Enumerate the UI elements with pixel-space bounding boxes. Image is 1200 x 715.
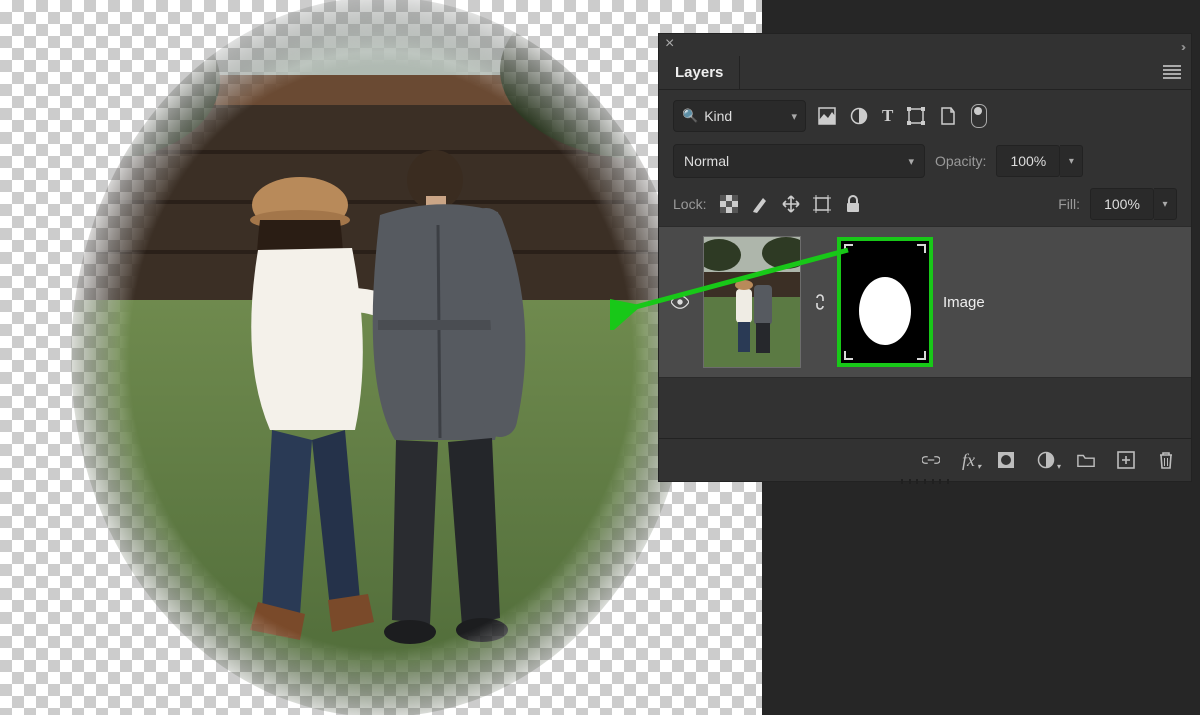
fill-input[interactable]: 100%	[1090, 188, 1154, 220]
filter-shape-icon[interactable]	[907, 107, 925, 125]
panel-footer: fx▾ ▾	[659, 438, 1191, 481]
panel-titlebar[interactable]: × ››	[659, 34, 1191, 56]
new-layer-icon[interactable]	[1117, 451, 1135, 469]
lock-position-icon[interactable]	[782, 195, 800, 213]
opacity-stepper[interactable]: ▾	[1060, 145, 1083, 177]
layer-filter-row: 🔍 Kind ▾ T	[673, 100, 1177, 132]
fill-label: Fill:	[1058, 196, 1080, 212]
opacity-input[interactable]: 100%	[996, 145, 1060, 177]
add-mask-icon[interactable]	[997, 451, 1015, 469]
canvas-image	[0, 0, 762, 715]
filter-kind-select[interactable]: 🔍 Kind ▾	[673, 100, 806, 132]
filter-smartobject-icon[interactable]	[939, 107, 957, 125]
trash-icon[interactable]	[1157, 451, 1175, 469]
layer-effects-icon[interactable]: fx▾	[962, 450, 975, 471]
adjustment-layer-icon[interactable]: ▾	[1037, 451, 1055, 469]
link-layers-icon[interactable]	[922, 451, 940, 469]
filter-toggle[interactable]	[971, 104, 987, 128]
blend-opacity-row: Normal ▾ Opacity: 100% ▾	[673, 144, 1177, 178]
filter-kind-label: Kind	[704, 108, 732, 124]
lock-pixels-icon[interactable]	[751, 195, 769, 213]
layer-list: Image	[659, 226, 1191, 378]
layer-mask-thumbnail[interactable]	[837, 237, 933, 367]
blend-mode-value: Normal	[684, 153, 729, 169]
mask-link-icon[interactable]	[811, 293, 827, 311]
blend-mode-select[interactable]: Normal ▾	[673, 144, 925, 178]
chevron-down-icon: ▾	[791, 110, 797, 123]
layer-thumbnail[interactable]	[703, 236, 801, 368]
document-canvas[interactable]	[0, 0, 762, 715]
new-group-icon[interactable]	[1077, 451, 1095, 469]
tab-layers[interactable]: Layers	[659, 56, 740, 89]
opacity-label: Opacity:	[935, 153, 986, 169]
collapse-icon[interactable]: ››	[1181, 40, 1183, 54]
close-icon[interactable]: ×	[665, 37, 679, 51]
fill-stepper[interactable]: ▾	[1154, 188, 1177, 220]
lock-label: Lock:	[673, 196, 706, 212]
filter-type-icon[interactable]: T	[882, 106, 893, 126]
visibility-toggle[interactable]	[671, 293, 693, 311]
search-icon: 🔍	[682, 108, 698, 124]
layer-name[interactable]: Image	[943, 294, 985, 311]
filter-adjustment-icon[interactable]	[850, 107, 868, 125]
lock-all-icon[interactable]	[844, 195, 862, 213]
panel-resize-grip[interactable]	[901, 479, 949, 484]
panel-tabs: Layers	[659, 56, 1191, 90]
panel-menu-icon[interactable]	[1163, 65, 1181, 79]
lock-transparency-icon[interactable]	[720, 195, 738, 213]
lock-fill-row: Lock: Fill: 100% ▾	[673, 188, 1177, 220]
lock-artboard-icon[interactable]	[813, 195, 831, 213]
layer-row[interactable]: Image	[659, 226, 1191, 378]
filter-pixel-icon[interactable]	[818, 107, 836, 125]
layers-panel: × ›› Layers 🔍 Kind ▾ T	[658, 33, 1192, 482]
eye-icon	[671, 293, 689, 311]
chevron-down-icon: ▾	[908, 155, 914, 168]
